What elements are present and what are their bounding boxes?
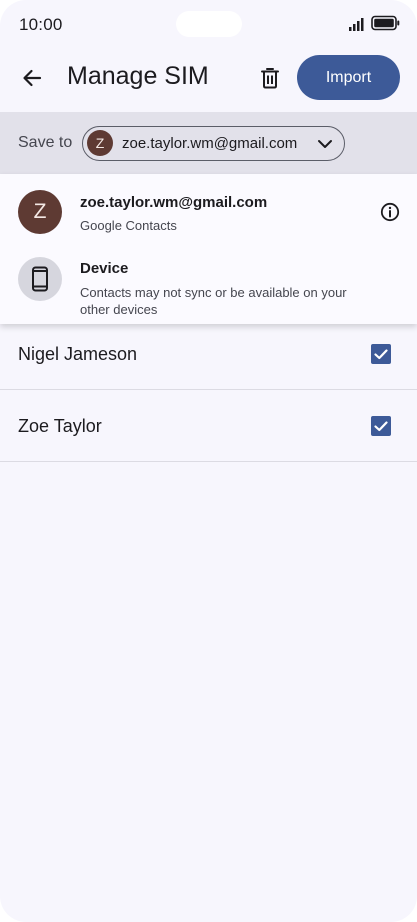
camera-notch — [176, 11, 242, 37]
trash-icon — [261, 68, 279, 89]
delete-button[interactable] — [253, 60, 287, 96]
contact-name: Zoe Taylor — [18, 416, 102, 436]
account-avatar: Z — [87, 130, 113, 156]
contact-row[interactable]: Nigel Jameson — [0, 318, 417, 390]
contact-checkbox[interactable] — [371, 344, 391, 364]
option-title: Device — [80, 260, 129, 277]
account-dropdown-menu: Z zoe.taylor.wm@gmail.com Google Contact… — [0, 174, 417, 324]
save-to-bar: Save to Z zoe.taylor.wm@gmail.com — [0, 112, 417, 174]
status-time: 10:00 — [19, 15, 63, 34]
import-button[interactable]: Import — [297, 55, 400, 100]
option-subtitle: Google Contacts — [80, 218, 177, 233]
dropdown-option-device[interactable]: Device Contacts may not sync or be avail… — [0, 248, 417, 318]
chevron-down-icon — [318, 140, 332, 148]
account-selector-chip[interactable]: Z zoe.taylor.wm@gmail.com — [82, 126, 345, 161]
app-bar: Manage SIM Import — [0, 48, 417, 110]
account-avatar: Z — [18, 190, 62, 234]
dropdown-option-google-account[interactable]: Z zoe.taylor.wm@gmail.com Google Contact… — [0, 181, 417, 251]
phone-icon — [32, 266, 48, 292]
page-title: Manage SIM — [67, 62, 209, 90]
check-icon — [374, 421, 388, 432]
save-to-label: Save to — [18, 134, 73, 151]
contact-checkbox[interactable] — [371, 416, 391, 436]
battery-icon — [371, 15, 400, 31]
contact-row[interactable]: Zoe Taylor — [0, 390, 417, 462]
info-icon[interactable] — [380, 202, 400, 222]
back-arrow-icon — [23, 69, 42, 87]
back-button[interactable] — [14, 60, 50, 96]
signal-icon — [349, 18, 364, 31]
option-title: zoe.taylor.wm@gmail.com — [80, 194, 268, 211]
check-icon — [374, 349, 388, 360]
phone-screen: 10:00 Manage SIM Import Save to Z zoe.ta… — [0, 0, 417, 922]
device-avatar — [18, 257, 62, 301]
status-bar: 10:00 — [0, 0, 417, 48]
account-email: zoe.taylor.wm@gmail.com — [122, 135, 298, 152]
contact-name: Nigel Jameson — [18, 344, 138, 364]
option-subtitle: Contacts may not sync or be available on… — [80, 285, 347, 317]
